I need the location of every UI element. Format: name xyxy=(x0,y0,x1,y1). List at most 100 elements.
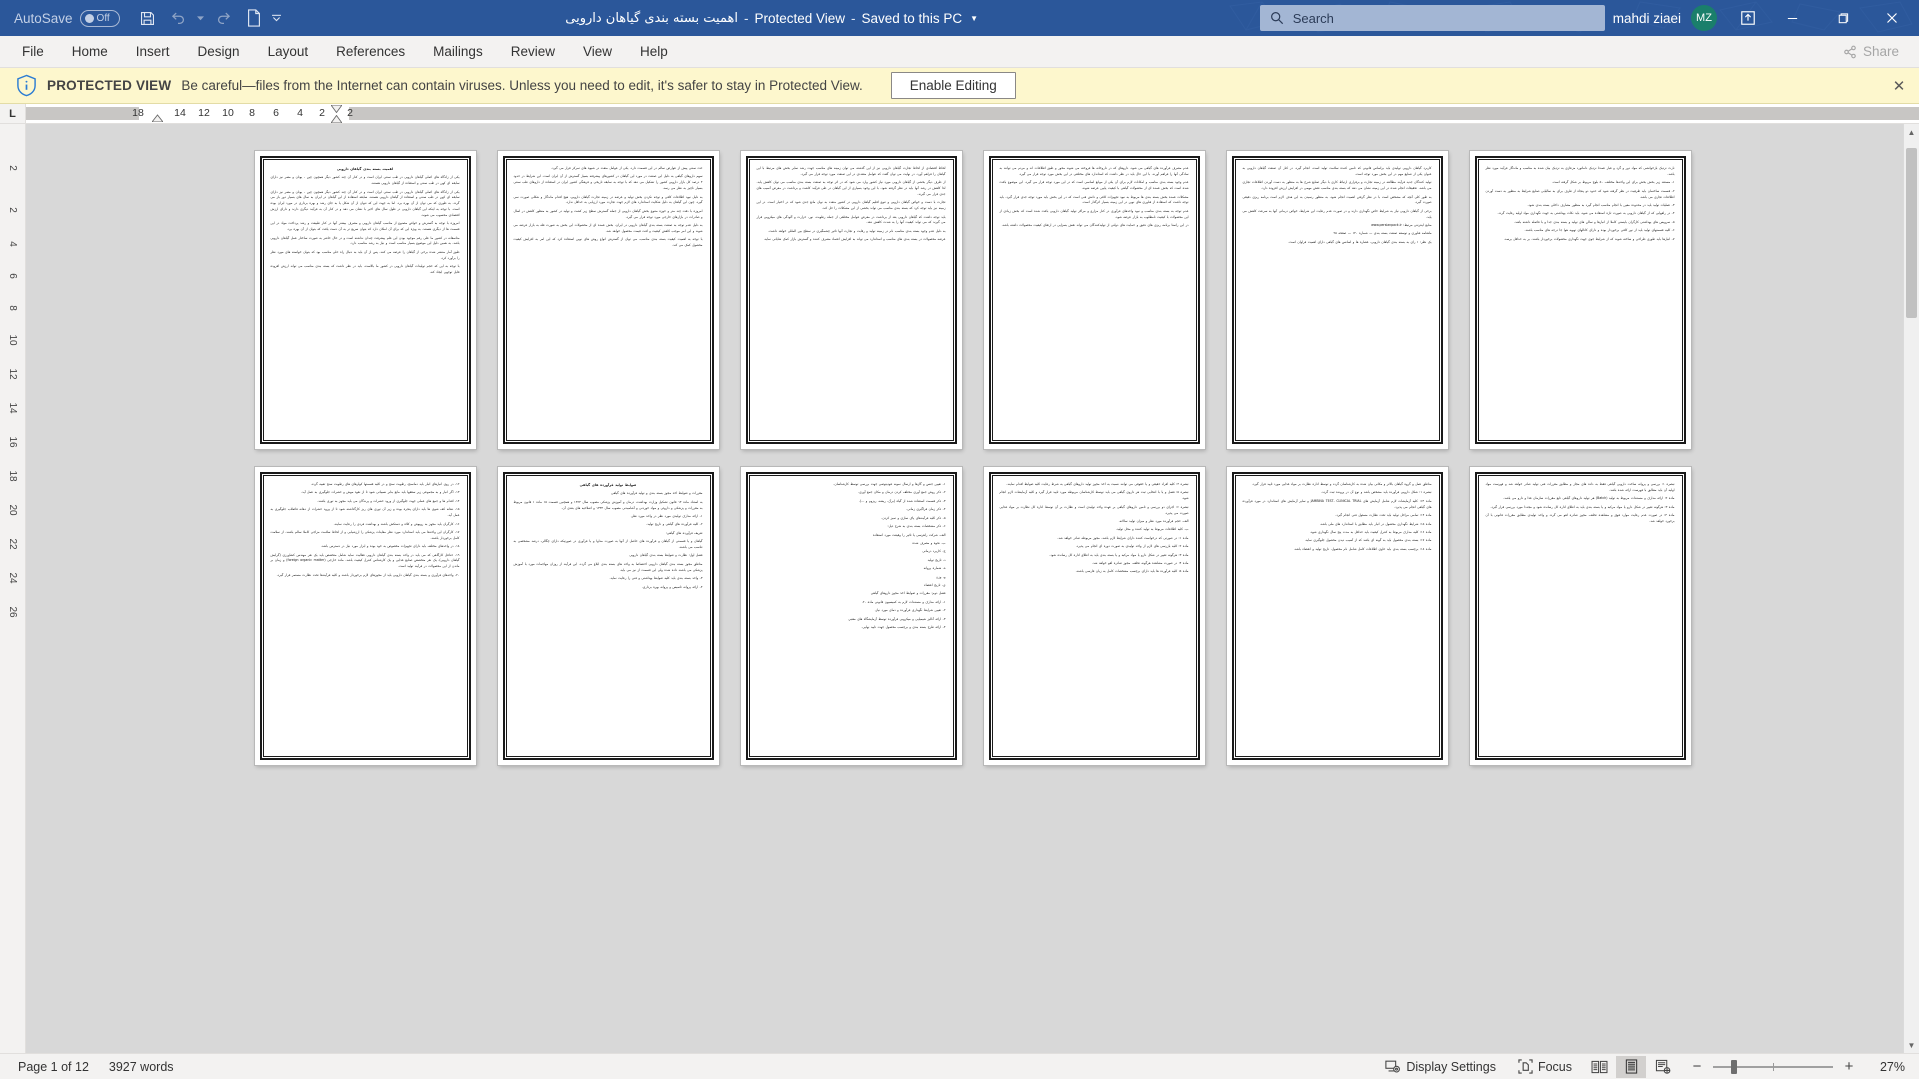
page-heading: ضوابط تولید فرآورده های گیاهی xyxy=(579,483,637,487)
redo-icon[interactable] xyxy=(210,5,238,31)
document-page[interactable]: مناطق عمل و گروه گیاهان بالاتر و مکانی ب… xyxy=(1226,467,1448,765)
vruler-number-5: 10 xyxy=(7,334,18,346)
horizontal-ruler[interactable]: 18 14 12 10 8 6 4 2 2 xyxy=(26,104,1919,123)
tab-references[interactable]: References xyxy=(322,36,419,67)
print-layout-button[interactable] xyxy=(1616,1055,1646,1078)
document-page[interactable]: ضوابط تولید فرآورده های گیاهی مقررات و ض… xyxy=(497,467,719,765)
undo-icon[interactable] xyxy=(164,5,192,31)
web-layout-button[interactable] xyxy=(1648,1056,1678,1078)
paragraph: ماده ۱۳: کلیه آزمایشات لازم شامل آزمایش … xyxy=(1242,498,1432,509)
document-page[interactable]: لحاظ اقتصادی از لحاظ تجارت گیاهان دارویی… xyxy=(740,151,962,449)
paragraph: عدم توجه به بسته بندی مناسب و نبود واحده… xyxy=(999,208,1189,219)
autosave-switch[interactable]: Off xyxy=(79,9,120,27)
zoom-out-button[interactable]: − xyxy=(1690,1058,1704,1075)
undo-dropdown-caret-icon[interactable] xyxy=(194,5,208,31)
pages-container: اهمیت بسته بندی گیاهان دارویی یکی از زاد… xyxy=(26,124,1919,1053)
focus-icon xyxy=(1518,1059,1533,1074)
autosave-toggle[interactable]: AutoSave Off xyxy=(14,9,120,27)
tab-layout[interactable]: Layout xyxy=(254,36,323,67)
paragraph: مقررات و ضوابط اخذ مجوز بسته بندی و تولی… xyxy=(611,491,703,496)
document-page[interactable]: کاربرد گیاهان دارویی تولیدی باید براساس … xyxy=(1226,151,1448,449)
document-page[interactable]: حث سنتی پیش از عوارض سالم در این قسمت دا… xyxy=(497,151,719,449)
paragraph: ۴- ذکر زمان فراگیری زمانی. xyxy=(906,507,946,512)
scrollbar-thumb[interactable] xyxy=(1906,148,1917,318)
first-line-indent-marker-icon[interactable] xyxy=(331,105,342,113)
zoom-slider[interactable] xyxy=(1713,1059,1833,1074)
save-icon[interactable] xyxy=(134,5,162,31)
tab-stop-selector[interactable]: L xyxy=(0,104,26,123)
share-button[interactable]: Share xyxy=(1833,41,1909,62)
zoom-slider-thumb[interactable] xyxy=(1731,1059,1737,1074)
title-bar: AutoSave Off اهمیت بسته بندی گیاهان دارو… xyxy=(0,0,1919,36)
document-page[interactable]: عدم مصرف فرآورده های گیاهی می شود. داروه… xyxy=(983,151,1205,449)
page-text: مناطق عمل و گروه گیاهان بالاتر و مکانی ب… xyxy=(1243,482,1432,553)
paragraph: تولید کنندگان جدید فرآیند مطالعه در زمین… xyxy=(1242,180,1432,191)
display-settings-button[interactable]: Display Settings xyxy=(1375,1059,1506,1074)
document-page[interactable]: ۱۲- در روی انبارهای انبار باید دماسنج، ر… xyxy=(254,467,476,765)
left-indent-marker-icon[interactable] xyxy=(152,114,163,122)
user-name: mahdi ziaei xyxy=(1612,10,1681,26)
customize-quick-access-toolbar-icon[interactable] xyxy=(270,5,284,31)
close-button[interactable] xyxy=(1869,0,1915,36)
tab-review[interactable]: Review xyxy=(497,36,569,67)
print-layout-icon xyxy=(1625,1059,1637,1074)
page-indicator[interactable]: Page 1 of 12 xyxy=(8,1060,99,1074)
tab-insert[interactable]: Insert xyxy=(122,36,184,67)
vruler-number-3: 6 xyxy=(7,273,18,279)
document-page[interactable]: تبصره ۴: کلیه افراد حقیقی و یا حقوقی می … xyxy=(983,467,1205,765)
read-mode-button[interactable] xyxy=(1584,1056,1614,1078)
paragraph: با توجه به این که حجم تولیدات گیاهان دار… xyxy=(270,264,460,274)
new-blank-document-icon[interactable] xyxy=(240,5,268,31)
paragraph: ۴- در راههایی که از گیاهان دارویی به صور… xyxy=(1497,211,1675,216)
paragraph: لحاظ اقتصادی از لحاظ تجارت گیاهان دارویی… xyxy=(756,166,946,176)
paragraph: در این راستا برنامه ریزی های دقیق و حمای… xyxy=(1001,223,1189,227)
scroll-down-icon[interactable]: ▼ xyxy=(1904,1037,1919,1053)
page-text: کاربرد گیاهان دارویی تولیدی باید براساس … xyxy=(1243,166,1432,246)
vruler-number-12: 24 xyxy=(7,572,18,584)
hanging-indent-marker-icon[interactable] xyxy=(331,115,342,123)
tab-design[interactable]: Design xyxy=(184,36,254,67)
tab-file[interactable]: File xyxy=(8,36,58,67)
tab-help[interactable]: Help xyxy=(626,36,682,67)
quick-access-toolbar xyxy=(134,5,284,31)
paragraph: به دلیل عدم توجه به صنعت بسته بندی گیاها… xyxy=(513,223,703,233)
ribbon-display-options-icon[interactable] xyxy=(1731,0,1765,36)
ruler-number-12: 12 xyxy=(198,107,210,119)
tab-view[interactable]: View xyxy=(569,36,626,67)
display-settings-label: Display Settings xyxy=(1406,1059,1496,1074)
document-page[interactable]: اهمیت بسته بندی گیاهان دارویی یکی از زاد… xyxy=(254,151,476,449)
paragraph: عدم مصرف فرآورده های گیاهی می شود. داروه… xyxy=(999,166,1189,176)
minimize-button[interactable] xyxy=(1769,0,1815,36)
paragraph: ج- کاربرد درمانی xyxy=(922,549,946,554)
word-count[interactable]: 3927 words xyxy=(99,1060,184,1074)
zoom-in-button[interactable]: + xyxy=(1842,1058,1856,1075)
paragraph: تجارت با دست و خواص گیاهان دارویی و تنوع… xyxy=(756,200,946,211)
tab-mailings[interactable]: Mailings xyxy=(419,36,497,67)
paragraph: ۳- ذکر قسمت استفاده شده از گیاه (برگ، ری… xyxy=(859,498,946,503)
document-page[interactable]: نارث نزدیک بازخوانشی که مواد دور و گرد و… xyxy=(1469,151,1691,449)
saved-state-label[interactable]: Saved to this PC xyxy=(862,11,963,26)
zoom-slider-midpoint xyxy=(1773,1062,1774,1071)
avatar[interactable]: MZ xyxy=(1691,5,1717,31)
close-icon[interactable]: ✕ xyxy=(1889,76,1909,96)
tab-home[interactable]: Home xyxy=(58,36,122,67)
focus-button[interactable]: Focus xyxy=(1508,1059,1582,1074)
paragraph: الف- حجم فرآورده مورد نظر و میزان تولید … xyxy=(1118,518,1189,523)
document-page[interactable]: تبصره ۱: بررسی و پروانه ساخت دارویی گیاه… xyxy=(1469,467,1691,765)
save-state-caret-icon[interactable]: ▼ xyxy=(970,14,978,23)
paragraph: ۱۲- در روی انبارهای انبار باید دماسنج، ر… xyxy=(310,482,460,486)
enable-editing-button[interactable]: Enable Editing xyxy=(890,72,1016,99)
paragraph: با توجه به اهمیت کیفیت بسته بندی مناسب، … xyxy=(513,237,703,248)
paragraph: برخی از گیاهان دارویی نیاز به شرایط خاص … xyxy=(1242,208,1432,219)
search-input[interactable]: Search xyxy=(1259,5,1605,31)
zoom-percentage[interactable]: 27% xyxy=(1869,1060,1905,1074)
paragraph: ۱۹- حداقل کارگاهی که می باید در واحد بست… xyxy=(270,552,460,569)
restore-button[interactable] xyxy=(1819,0,1865,36)
paragraph: ۱- ارائه مدارک تولیدی مورد نظر در واحد م… xyxy=(630,513,703,518)
vertical-ruler[interactable]: 2 2 4 6 8 10 12 14 16 18 20 22 24 26 xyxy=(0,124,26,1053)
scroll-up-icon[interactable]: ▲ xyxy=(1904,124,1919,140)
page-text: ۱۲- در روی انبارهای انبار باید دماسنج، ر… xyxy=(271,482,460,579)
document-page[interactable]: ۱- تعیین جنس و گازها و ارسال نمونه عودیت… xyxy=(740,467,962,765)
vertical-scrollbar[interactable]: ▲ ▼ xyxy=(1903,124,1919,1053)
page-text: تبصره ۴: کلیه افراد حقیقی و یا حقوقی می … xyxy=(1000,482,1189,575)
